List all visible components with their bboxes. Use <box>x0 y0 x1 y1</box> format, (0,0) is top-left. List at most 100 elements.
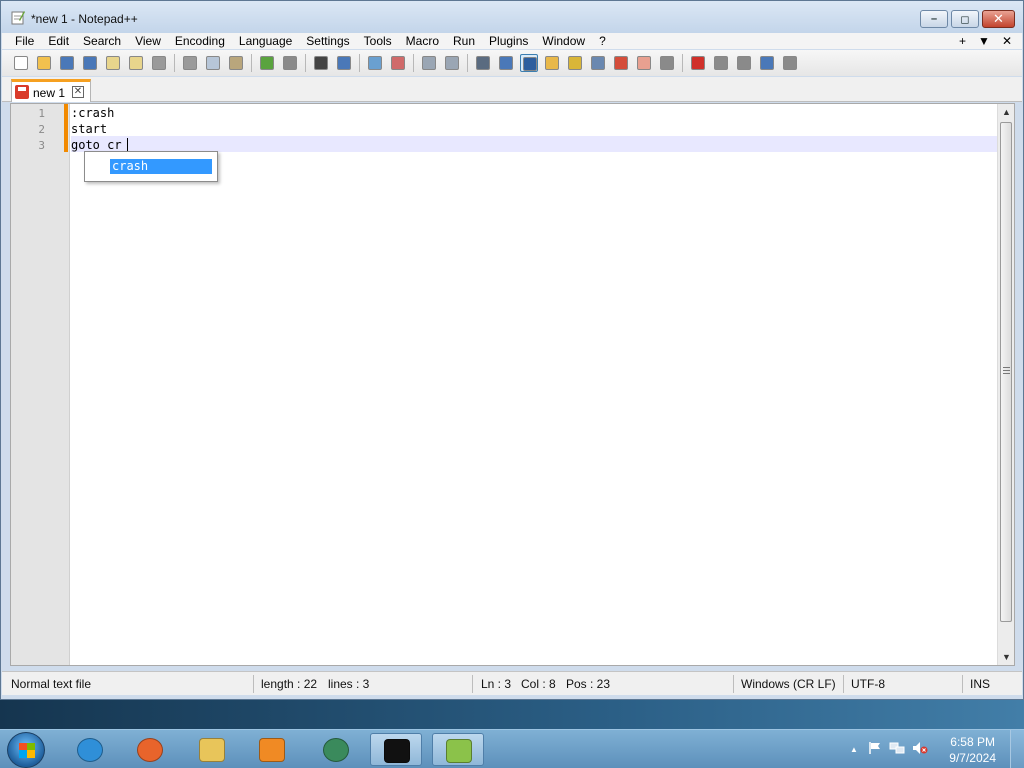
menu-help[interactable]: ? <box>592 33 613 49</box>
play-macro-icon <box>737 56 751 70</box>
save-button[interactable] <box>58 54 76 72</box>
status-eol[interactable]: Windows (CR LF) <box>741 677 836 691</box>
taskbar-file-explorer[interactable] <box>186 733 238 766</box>
cut-button[interactable] <box>181 54 199 72</box>
word-wrap-icon <box>476 56 490 70</box>
status-encoding[interactable]: UTF-8 <box>851 677 885 691</box>
menu-tools[interactable]: Tools <box>357 33 399 49</box>
status-position: Pos : 23 <box>566 677 611 691</box>
stop-record-button[interactable] <box>712 54 730 72</box>
menu-search[interactable]: Search <box>76 33 128 49</box>
vertical-scrollbar[interactable]: ▲ ▼ <box>997 104 1014 665</box>
zoom-out-button[interactable] <box>389 54 407 72</box>
status-insert-mode[interactable]: INS <box>970 677 990 691</box>
copy-button[interactable] <box>204 54 222 72</box>
new-file-icon <box>14 56 28 70</box>
scroll-down-icon[interactable]: ▼ <box>998 649 1015 665</box>
zoom-out-icon <box>391 56 405 70</box>
doc-list-button[interactable] <box>589 54 607 72</box>
function-list-icon <box>614 56 628 70</box>
zoom-in-button[interactable] <box>366 54 384 72</box>
taskbar-chrome[interactable] <box>310 733 362 766</box>
file-explorer-icon <box>199 738 225 762</box>
save-macro-button[interactable] <box>781 54 799 72</box>
play-macro-button[interactable] <box>735 54 753 72</box>
redo-button[interactable] <box>281 54 299 72</box>
current-line-highlight <box>71 136 997 152</box>
save-all-button[interactable] <box>81 54 99 72</box>
scroll-up-icon[interactable]: ▲ <box>998 104 1015 120</box>
show-desktop-button[interactable] <box>1010 730 1024 768</box>
menu-window[interactable]: Window <box>535 33 592 49</box>
doc-map-button[interactable] <box>566 54 584 72</box>
add-tab-icon[interactable]: + <box>959 34 966 48</box>
menu-view[interactable]: View <box>128 33 168 49</box>
windows-logo-icon <box>19 743 35 758</box>
taskbar-media-player[interactable] <box>246 733 298 766</box>
print-button[interactable] <box>150 54 168 72</box>
sync-vertical-button[interactable] <box>420 54 438 72</box>
paste-button[interactable] <box>227 54 245 72</box>
editor-area[interactable]: 1:crash 2 start 3 goto cr crash ▲ ▼ <box>10 103 1015 666</box>
toolbar-separator <box>467 54 468 72</box>
menu-encoding[interactable]: Encoding <box>168 33 232 49</box>
tab-list-icon[interactable]: ▼ <box>978 34 990 48</box>
autocomplete-popup: crash <box>84 151 218 182</box>
tab-new-1[interactable]: new 1 ✕ <box>11 79 91 102</box>
notepad-plus-plus-icon <box>446 739 472 763</box>
action-center-flag-icon[interactable] <box>868 741 882 755</box>
close-doc-icon[interactable]: ✕ <box>1002 34 1012 48</box>
undo-button[interactable] <box>258 54 276 72</box>
line-number: 3 <box>38 139 45 152</box>
title-bar[interactable]: *new 1 - Notepad++ – ◻ ✕ <box>1 1 1023 33</box>
sync-horizontal-button[interactable] <box>443 54 461 72</box>
line-number-gutter <box>11 104 70 665</box>
taskbar: ▲ 6:58 PM 9/7/2024 <box>0 729 1024 768</box>
network-icon[interactable] <box>889 741 905 755</box>
volume-muted-icon[interactable] <box>912 741 928 755</box>
monitoring-button[interactable] <box>658 54 676 72</box>
menu-language[interactable]: Language <box>232 33 299 49</box>
show-hidden-icons-icon[interactable]: ▲ <box>850 745 858 754</box>
folder-workspace-button[interactable] <box>635 54 653 72</box>
scrollbar-thumb[interactable] <box>1000 122 1012 622</box>
open-file-button[interactable] <box>35 54 53 72</box>
record-macro-button[interactable] <box>689 54 707 72</box>
close-all-button[interactable] <box>127 54 145 72</box>
save-macro-icon <box>783 56 797 70</box>
menu-edit[interactable]: Edit <box>41 33 76 49</box>
taskbar-firefox[interactable] <box>124 733 176 766</box>
maximize-button[interactable]: ◻ <box>951 10 979 28</box>
taskbar-notepad-plus-plus[interactable] <box>432 733 484 766</box>
menu-run[interactable]: Run <box>446 33 482 49</box>
autocomplete-item[interactable]: crash <box>110 159 212 174</box>
taskbar-internet-explorer[interactable] <box>64 733 116 766</box>
run-macro-multiple-button[interactable] <box>758 54 776 72</box>
menu-plugins[interactable]: Plugins <box>482 33 535 49</box>
minimize-button[interactable]: – <box>920 10 948 28</box>
status-divider <box>253 675 254 693</box>
replace-icon <box>337 56 351 70</box>
user-language-button[interactable] <box>543 54 561 72</box>
taskbar-command-prompt[interactable] <box>370 733 422 766</box>
status-bar: Normal text file length : 22 lines : 3 L… <box>2 671 1022 695</box>
word-wrap-button[interactable] <box>474 54 492 72</box>
show-all-chars-button[interactable] <box>497 54 515 72</box>
internet-explorer-icon <box>77 738 103 762</box>
close-button[interactable]: ✕ <box>982 10 1015 28</box>
menu-settings[interactable]: Settings <box>299 33 356 49</box>
sync-vertical-icon <box>422 56 436 70</box>
tab-close-icon[interactable]: ✕ <box>72 86 84 98</box>
start-button[interactable] <box>7 732 45 768</box>
indent-guide-button[interactable] <box>520 54 538 72</box>
copy-icon <box>206 56 220 70</box>
find-button[interactable] <box>312 54 330 72</box>
function-list-button[interactable] <box>612 54 630 72</box>
show-all-chars-icon <box>499 56 513 70</box>
replace-button[interactable] <box>335 54 353 72</box>
menu-file[interactable]: File <box>2 33 41 49</box>
close-button[interactable] <box>104 54 122 72</box>
clock[interactable]: 6:58 PM 9/7/2024 <box>949 734 996 766</box>
menu-macro[interactable]: Macro <box>399 33 446 49</box>
new-file-button[interactable] <box>12 54 30 72</box>
